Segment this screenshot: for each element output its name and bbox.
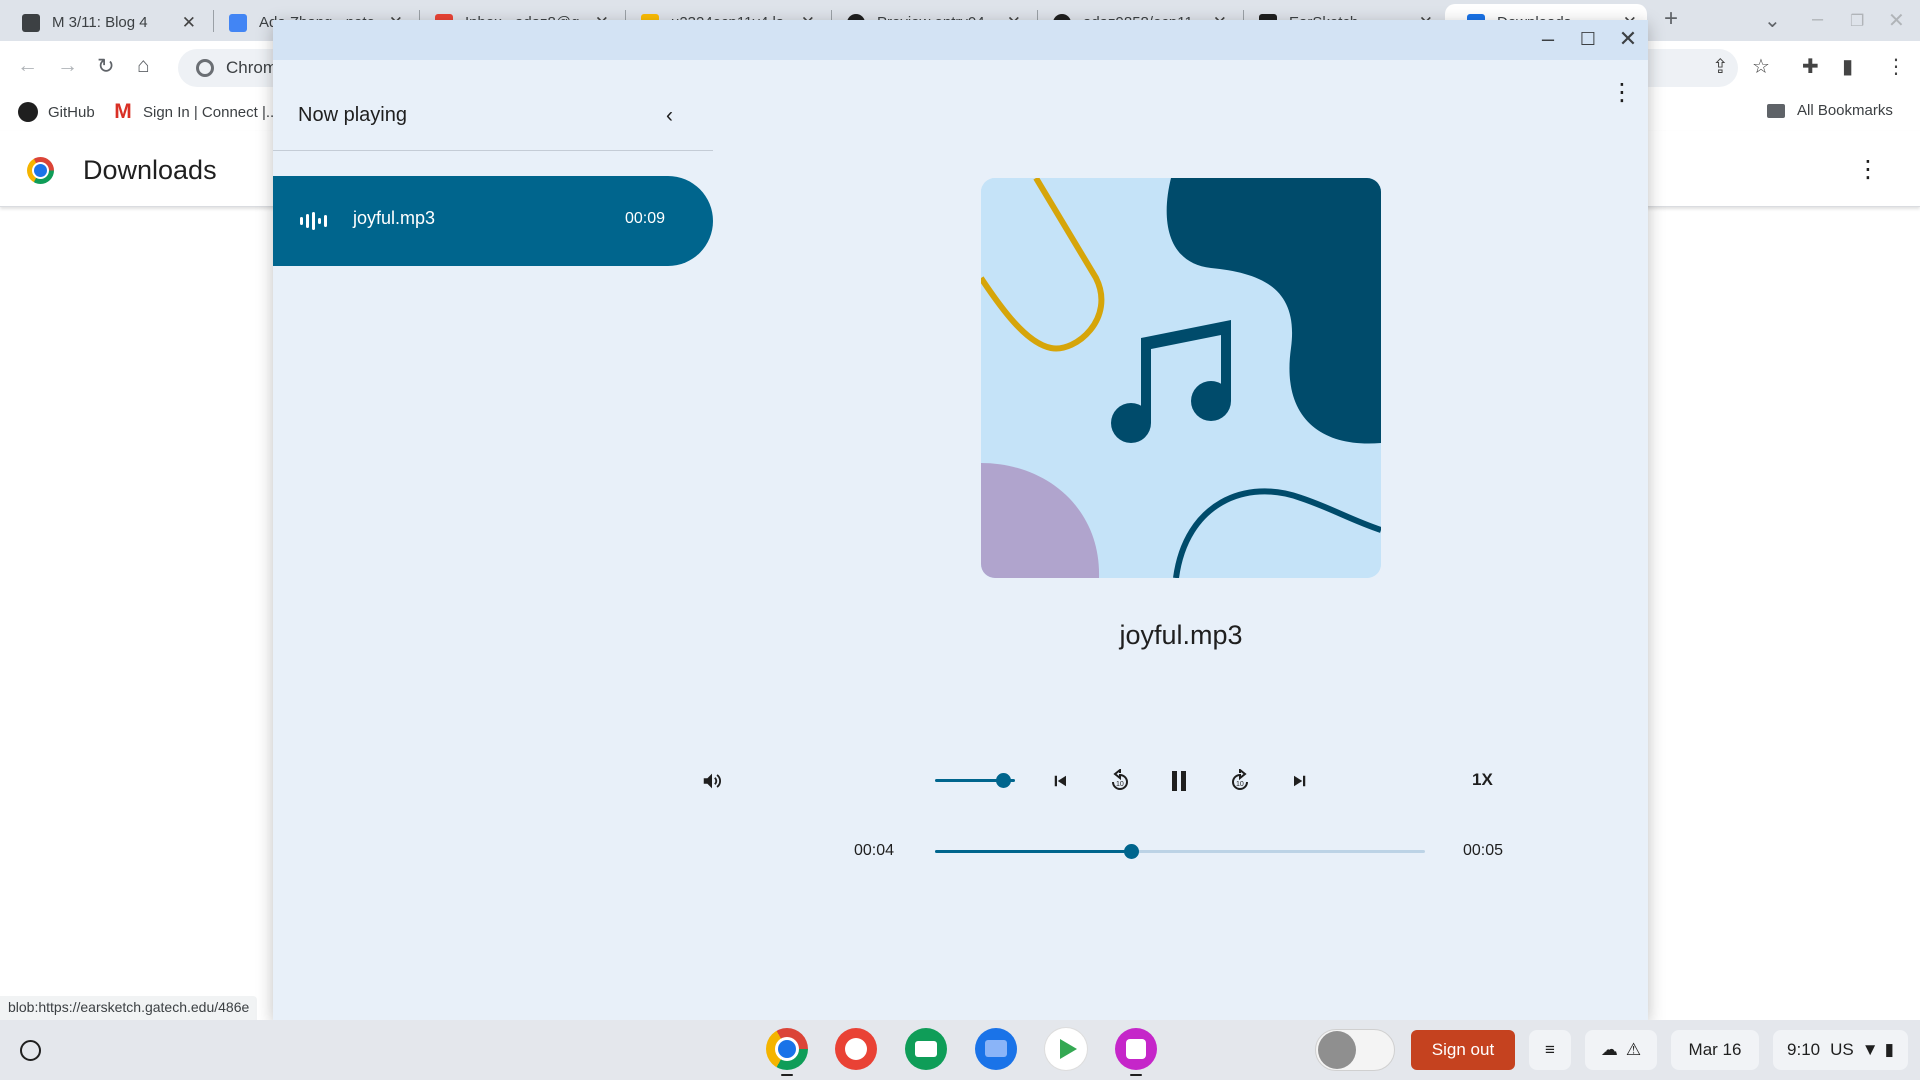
clock: 9:10 <box>1787 1040 1821 1059</box>
tab-title: M 3/11: Blog 4 <box>52 14 148 31</box>
collapse-icon[interactable]: ‹ <box>666 104 673 128</box>
skip-previous-button[interactable] <box>1044 765 1076 797</box>
sign-out-button[interactable]: Sign out <box>1411 1030 1515 1070</box>
maximize-icon[interactable]: ☐ <box>1574 29 1602 50</box>
pause-button[interactable] <box>1163 765 1195 797</box>
album-artwork <box>981 178 1381 578</box>
all-bookmarks[interactable]: All Bookmarks <box>1767 102 1893 119</box>
files-app-icon[interactable] <box>975 1028 1017 1070</box>
more-vert-icon[interactable]: ⋮ <box>1610 78 1634 107</box>
bookmark-label: GitHub <box>48 103 95 121</box>
tab-search-icon[interactable]: ⌄ <box>1764 8 1781 33</box>
new-tab-button[interactable]: + <box>1664 5 1678 33</box>
chrome-page-icon <box>196 59 214 77</box>
home-icon[interactable]: ⌂ <box>137 54 150 78</box>
all-bookmarks-label: All Bookmarks <box>1797 102 1893 119</box>
close-icon[interactable]: ✕ <box>1614 26 1642 52</box>
extensions-icon[interactable]: ✚ <box>1802 54 1819 79</box>
battery-icon: ▮ <box>1884 1040 1894 1059</box>
running-indicator <box>781 1074 793 1076</box>
cloud-off-icon: ☁ <box>1600 1040 1618 1059</box>
replay-10-button[interactable]: 10 <box>1104 765 1136 797</box>
remaining-time: 00:05 <box>1463 842 1504 859</box>
media-controls-icon[interactable]: ≡ <box>1529 1030 1571 1070</box>
play-store-app-icon[interactable] <box>1045 1028 1087 1070</box>
network-warning-pill[interactable]: ☁ ⚠ <box>1585 1030 1657 1070</box>
now-playing-header: Now playing <box>298 104 407 126</box>
minimize-icon[interactable]: – <box>1812 8 1823 31</box>
seek-bar-progress <box>935 850 1131 853</box>
music-note-artwork <box>981 178 1381 578</box>
page-title: Downloads <box>83 155 217 185</box>
canvas-app-icon[interactable] <box>835 1028 877 1070</box>
forward-10-icon: 10 <box>1232 769 1248 790</box>
pause-icon <box>1172 771 1186 791</box>
bookmark-github[interactable]: GitHub <box>18 102 95 122</box>
side-panel-icon[interactable]: ▮ <box>1842 54 1853 79</box>
chrome-logo-icon <box>27 157 54 184</box>
back-icon[interactable]: ← <box>17 54 38 78</box>
folder-icon <box>1767 103 1785 118</box>
track-name: joyful.mp3 <box>353 208 436 228</box>
volume-button[interactable] <box>696 765 728 797</box>
browser-menu-icon[interactable]: ⋮ <box>1886 54 1906 79</box>
mcgraw-hill-icon: M <box>114 100 132 123</box>
user-avatar-toggle[interactable] <box>1315 1029 1395 1071</box>
close-icon[interactable]: ✕ <box>182 13 196 33</box>
divider <box>273 150 713 151</box>
warning-icon: ⚠ <box>1625 1040 1642 1059</box>
restore-icon[interactable]: ❐ <box>1850 11 1864 31</box>
replay-10-icon: 10 <box>1112 769 1128 790</box>
forward-icon[interactable]: → <box>57 54 78 78</box>
track-duration: 00:09 <box>625 210 666 227</box>
wifi-icon: ▼ <box>1861 1040 1879 1059</box>
song-title: joyful.mp3 <box>1119 620 1243 650</box>
share-icon[interactable]: ⇪ <box>1712 54 1729 79</box>
skip-next-button[interactable] <box>1284 765 1316 797</box>
running-indicator <box>1130 1074 1142 1076</box>
app-titlebar: – ☐ ✕ <box>273 20 1648 60</box>
minimize-icon[interactable]: – <box>1534 26 1562 52</box>
bookmark-star-icon[interactable]: ☆ <box>1752 54 1770 79</box>
date-pill[interactable]: Mar 16 <box>1671 1030 1759 1070</box>
svg-text:10: 10 <box>1236 781 1244 788</box>
playback-speed-button[interactable]: 1X <box>1472 770 1493 790</box>
close-window-icon[interactable]: ✕ <box>1888 8 1905 33</box>
volume-slider-thumb[interactable] <box>996 773 1011 788</box>
forward-10-button[interactable]: 10 <box>1224 765 1256 797</box>
chrome-app-icon[interactable] <box>766 1028 808 1070</box>
skip-previous-icon <box>1054 775 1066 787</box>
bookmark-label: Sign In | Connect |... <box>143 103 279 121</box>
svg-text:10: 10 <box>1116 781 1124 788</box>
media-app-window: – ☐ ✕ Now playing ‹ joyful.mp3 00:09 ⋮ j… <box>273 20 1648 1020</box>
now-playing-panel: Now playing ‹ joyful.mp3 00:09 <box>273 60 713 1020</box>
avatar <box>1318 1031 1356 1069</box>
reload-icon[interactable]: ↻ <box>97 54 115 79</box>
more-vert-icon[interactable]: ⋮ <box>1856 155 1880 184</box>
seek-bar-thumb[interactable] <box>1124 844 1139 859</box>
gallery-app-icon[interactable] <box>1115 1028 1157 1070</box>
status-url: blob:https://earsketch.gatech.edu/486e <box>0 996 258 1020</box>
tab-blog[interactable]: M 3/11: Blog 4 ✕ <box>0 4 206 41</box>
docs-icon <box>229 13 247 32</box>
bookmark-connect[interactable]: M Sign In | Connect |... <box>113 100 279 123</box>
skip-next-icon <box>1294 775 1306 787</box>
classroom-app-icon[interactable] <box>905 1028 947 1070</box>
current-time: 00:04 <box>854 842 895 859</box>
locale: US <box>1830 1040 1854 1059</box>
track-item[interactable]: joyful.mp3 00:09 <box>273 176 713 266</box>
equalizer-icon <box>300 212 327 230</box>
volume-icon <box>703 773 721 789</box>
account-box-icon <box>22 13 40 32</box>
launcher-icon[interactable] <box>20 1040 41 1061</box>
github-icon <box>18 102 38 122</box>
system-tray[interactable]: 9:10 US ▼ ▮ <box>1773 1030 1908 1070</box>
